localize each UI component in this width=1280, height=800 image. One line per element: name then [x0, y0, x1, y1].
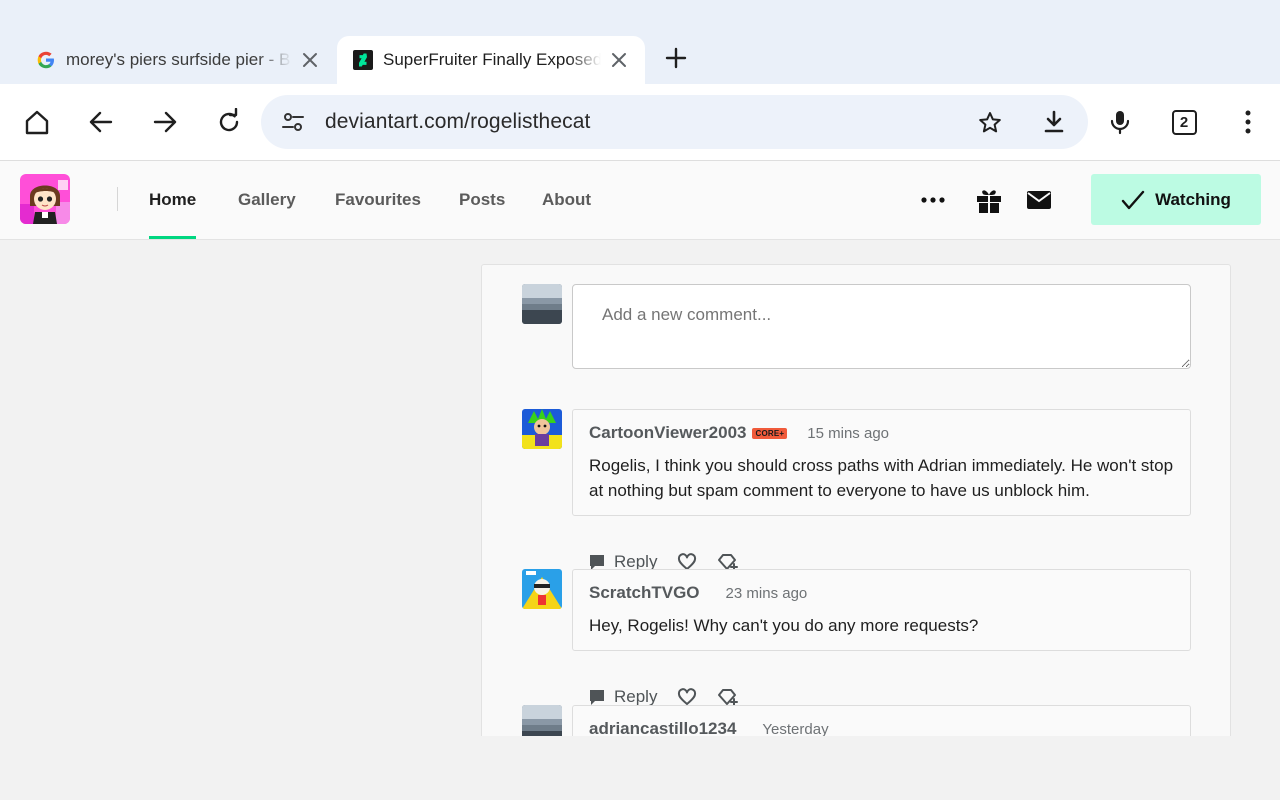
home-icon [25, 110, 49, 135]
profile-header: Home Gallery Favourites Posts About Watc… [0, 161, 1280, 240]
site-settings-icon[interactable] [281, 110, 305, 134]
gift-icon [977, 190, 1001, 213]
browser-tab-deviantart[interactable]: SuperFruiter Finally Exposed [337, 36, 645, 84]
tab-title: SuperFruiter Finally Exposed [383, 50, 601, 69]
new-tab-button[interactable] [662, 44, 690, 72]
comment-username[interactable]: adriancastillo1234 [589, 719, 736, 736]
tab-switcher-button[interactable]: 2 [1168, 106, 1200, 138]
browser-menu-button[interactable] [1232, 106, 1264, 138]
reload-button[interactable] [213, 106, 245, 138]
nav-favourites[interactable]: Favourites [335, 161, 421, 239]
back-button[interactable] [85, 106, 117, 138]
favourite-comment-button[interactable] [677, 688, 697, 706]
comment-username[interactable]: CartoonViewer2003 [589, 423, 746, 443]
speech-bubble-icon [590, 690, 604, 705]
avatar-image [522, 705, 562, 736]
deviantart-icon [353, 50, 373, 70]
comment-timestamp[interactable]: 23 mins ago [726, 585, 808, 602]
download-icon[interactable] [1041, 109, 1067, 135]
envelope-icon [1027, 191, 1051, 209]
new-comment-input[interactable] [572, 284, 1191, 369]
watching-label: Watching [1155, 189, 1231, 209]
reload-icon [219, 108, 239, 132]
profile-avatar[interactable] [20, 174, 70, 224]
tab-count: 2 [1179, 113, 1189, 131]
url-text: deviantart.com/rogelisthecat [325, 110, 591, 133]
nav-about[interactable]: About [542, 161, 591, 239]
google-icon [37, 51, 54, 69]
more-vertical-icon [1245, 110, 1251, 134]
current-user-avatar[interactable] [522, 284, 562, 324]
reply-button[interactable]: Reply [588, 687, 657, 707]
comment-card: adriancastillo1234 Yesterday [572, 705, 1191, 736]
avatar-image [522, 409, 562, 449]
gift-button[interactable] [974, 185, 1004, 215]
avatar-image [20, 174, 70, 224]
award-comment-button[interactable] [717, 687, 739, 707]
comment-card: CartoonViewer2003 CORE+ 15 mins ago Roge… [572, 409, 1191, 516]
comments-panel: CartoonViewer2003 CORE+ 15 mins ago Roge… [481, 264, 1231, 736]
avatar-image [522, 284, 562, 324]
comment-text: Hey, Rogelis! Why can't you do any more … [589, 616, 979, 635]
commenter-avatar[interactable] [522, 705, 562, 736]
more-options-button[interactable] [918, 185, 948, 215]
bookmark-star-icon[interactable] [977, 110, 1003, 136]
browser-toolbar: deviantart.com/rogelisthecat 2 [0, 84, 1280, 161]
home-button[interactable] [21, 106, 53, 138]
arrow-right-icon [153, 111, 177, 133]
comment-timestamp[interactable]: Yesterday [762, 721, 828, 737]
tab-title: morey's piers surfside pier - B [66, 50, 291, 69]
commenter-avatar[interactable] [522, 409, 562, 449]
comment-timestamp[interactable]: 15 mins ago [807, 425, 889, 442]
more-horizontal-icon [921, 197, 945, 203]
arrow-left-icon [89, 111, 113, 133]
comment-card: ScratchTVGO 23 mins ago Hey, Rogelis! Wh… [572, 569, 1191, 651]
checkmark-icon [1121, 190, 1145, 209]
message-button[interactable] [1024, 185, 1054, 215]
close-tab-icon[interactable] [609, 50, 629, 70]
comment-text: Rogelis, I think you should cross paths … [589, 456, 1174, 500]
nav-posts[interactable]: Posts [459, 161, 505, 239]
heart-icon [678, 688, 697, 705]
watching-button[interactable]: Watching [1091, 174, 1261, 225]
address-bar[interactable]: deviantart.com/rogelisthecat [261, 95, 1088, 149]
close-tab-icon[interactable] [300, 50, 320, 70]
comment-username[interactable]: ScratchTVGO [589, 583, 700, 603]
tab-strip: morey's piers surfside pier - B SuperFru… [0, 0, 1280, 84]
badge-plus-icon [718, 689, 739, 706]
header-separator [117, 187, 118, 211]
commenter-avatar[interactable] [522, 569, 562, 609]
tab-count-box: 2 [1171, 109, 1197, 135]
page-content: CartoonViewer2003 CORE+ 15 mins ago Roge… [0, 240, 1280, 736]
microphone-icon [1110, 111, 1130, 135]
page-bottom-area [0, 736, 1280, 800]
nav-gallery[interactable]: Gallery [238, 161, 296, 239]
core-badge: CORE+ [752, 427, 788, 439]
voice-search-button[interactable] [1104, 106, 1136, 138]
avatar-image [522, 569, 562, 609]
nav-home[interactable]: Home [149, 161, 197, 239]
browser-tab-google[interactable]: morey's piers surfside pier - B [20, 36, 336, 84]
reply-label: Reply [614, 687, 658, 706]
forward-button[interactable] [149, 106, 181, 138]
